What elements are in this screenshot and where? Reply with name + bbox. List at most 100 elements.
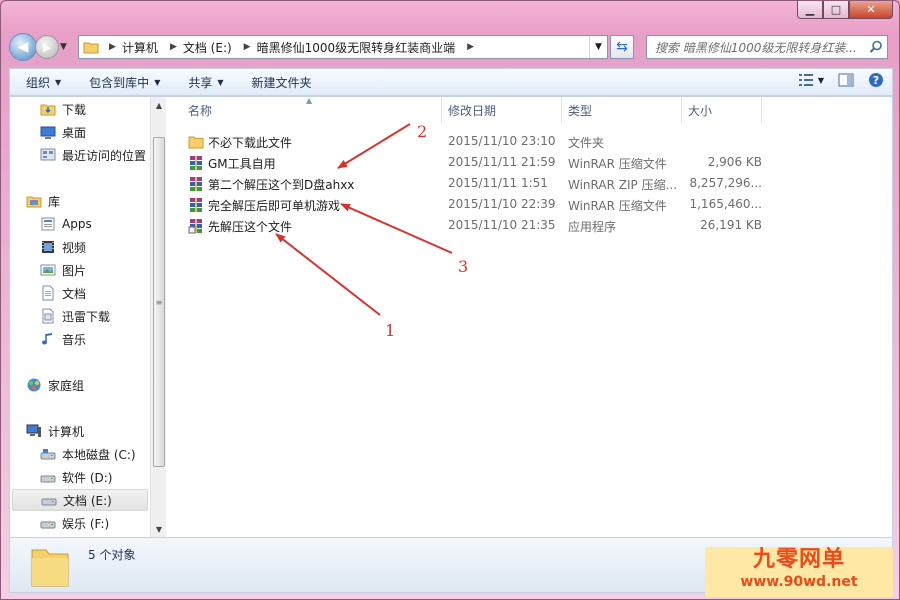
chevron-down-icon: ▼ [154,77,161,87]
sidebar-item-drive-d[interactable]: 软件 (D:) [40,467,112,487]
address-bar[interactable]: ▶ 计算机 ▶ 文档 (E:) ▶ 暗黑修仙1000级无限转身红装商业端 ▶ ▼ [78,35,608,59]
sidebar-item-videos[interactable]: 视频 [40,237,86,257]
navigation-bar: ◀ ▶ ▼ ▶ 计算机 ▶ 文档 (E:) ▶ 暗黑修仙1000级无限转身红装商… [9,31,893,63]
breadcrumb-separator[interactable]: ▶ [170,42,177,52]
file-row[interactable]: 完全解压后即可单机游戏 2015/11/10 22:39 WinRAR 压缩文件… [170,194,770,215]
breadcrumb-computer[interactable]: 计算机 [122,39,158,56]
breadcrumb-separator[interactable]: ▶ [467,42,474,52]
scroll-thumb[interactable]: ≡ [153,137,165,467]
navigation-scrollbar[interactable]: ▲ ≡ ▼ [150,97,166,537]
sidebar-item-drive-f[interactable]: 娱乐 (F:) [40,513,109,533]
forward-button[interactable]: ▶ [35,35,59,59]
column-header-label: 类型 [568,103,593,118]
file-row[interactable]: 不必下载此文件 2015/11/10 23:10 文件夹 [170,131,770,152]
file-type: 文件夹 [568,136,605,150]
winrar-sfx-icon [188,219,202,234]
caption-buttons: ▁ □ ✕ [797,1,893,19]
annotation-label-1: 1 [385,321,396,340]
sidebar-item-label: 最近访问的位置 [62,148,147,163]
column-header-name[interactable]: 名称 [170,97,442,123]
sidebar-item-music[interactable]: 音乐 [40,329,86,349]
sidebar-group-libraries[interactable]: 库 [26,191,60,211]
scroll-down-icon[interactable]: ▼ [151,521,167,537]
share-menu[interactable]: 共享 ▼ [188,74,223,91]
sidebar-item-recent-places[interactable]: 最近访问的位置 [40,145,146,165]
file-name: 不必下载此文件 [208,136,293,150]
file-row[interactable]: 第二个解压这个到D盘ahxx 2015/11/11 1:51 WinRAR ZI… [170,173,770,194]
close-button[interactable]: ✕ [849,1,893,19]
file-row[interactable]: 先解压这个文件 2015/11/10 21:35 应用程序 26,191 KB [170,215,770,236]
breadcrumb-current-folder[interactable]: 暗黑修仙1000级无限转身红装商业端 [257,39,456,56]
sidebar-item-label: 娱乐 (F:) [62,516,110,531]
breadcrumb-separator[interactable]: ▶ [244,42,251,52]
content-panel: 下载 桌面 最近访问的位置 库 Apps 视频 图片 文档 迅雷下载 音乐 家庭… [9,96,893,538]
search-input[interactable]: 搜索 暗黑修仙1000级无限转身红装... [646,35,888,59]
refresh-button[interactable]: ⇆ [610,35,634,59]
sidebar-item-drive-c[interactable]: 本地磁盘 (C:) [40,444,136,464]
folder-icon [83,42,99,54]
back-arrow-icon: ◀ [17,39,29,55]
documents-icon [42,285,54,301]
sidebar-item-label: 文档 (E:) [63,493,112,508]
file-row[interactable]: GM工具自用 2015/11/11 21:59 WinRAR 压缩文件 2,90… [170,152,770,173]
column-header-label: 修改日期 [448,103,497,118]
column-header-date[interactable]: 修改日期 [442,97,562,123]
include-in-library-menu[interactable]: 包含到库中 ▼ [89,74,160,91]
share-label: 共享 [188,75,213,90]
file-name: 第二个解压这个到D盘ahxx [208,178,355,192]
annotation-label-3: 3 [458,257,469,276]
organize-label: 组织 [26,75,51,90]
file-date: 2015/11/10 22:39 [448,197,556,211]
sidebar-group-homegroup[interactable]: 家庭组 [26,375,84,395]
scroll-up-icon[interactable]: ▲ [151,97,167,113]
sidebar-item-label: 下载 [62,102,87,117]
folder-icon [31,549,69,587]
column-header-size[interactable]: 大小 [682,97,762,123]
sidebar-item-documents[interactable]: 文档 [40,283,86,303]
recent-pages-dropdown[interactable]: ▼ [60,42,72,52]
sidebar-item-label: 软件 (D:) [62,470,113,485]
chevron-down-icon: ▼ [595,42,602,52]
minimize-button[interactable]: ▁ [797,1,823,19]
address-dropdown[interactable]: ▼ [589,36,607,58]
thunder-download-icon [42,308,54,324]
breadcrumb-drive-e[interactable]: 文档 (E:) [183,39,232,56]
maximize-button[interactable]: □ [823,1,849,19]
sidebar-item-drive-e[interactable]: 文档 (E:) [12,489,148,511]
chevron-down-icon: ▼ [60,42,67,52]
grip-icon: ≡ [155,297,163,307]
winrar-archive-icon [190,177,202,191]
sidebar-item-downloads[interactable]: 下载 [40,99,86,119]
preview-pane-icon [838,73,854,87]
computer-icon [26,424,41,437]
column-header-label: 名称 [188,103,213,118]
file-name: 先解压这个文件 [208,220,293,234]
sidebar-item-label: Apps [62,217,92,231]
sidebar-item-label: 本地磁盘 (C:) [62,447,136,462]
breadcrumb-separator[interactable]: ▶ [109,42,116,52]
drive-icon [40,475,56,483]
file-list: ▲ 名称 修改日期 类型 大小 不必下载此文件 2015/11/10 23:10… [170,96,892,537]
explorer-window: ▁ □ ✕ ◀ ▶ ▼ ▶ 计算机 ▶ 文档 (E:) ▶ 暗黑修仙1000级无… [0,0,900,600]
column-header-type[interactable]: 类型 [562,97,682,123]
organize-menu[interactable]: 组织 ▼ [26,74,61,91]
sidebar-item-thunder-downloads[interactable]: 迅雷下载 [40,306,110,326]
sidebar-item-desktop[interactable]: 桌面 [40,122,86,142]
sidebar-item-apps[interactable]: Apps [40,214,92,234]
sidebar-group-label: 计算机 [48,424,85,439]
sidebar-group-computer[interactable]: 计算机 [26,421,84,441]
drive-icon [40,521,56,529]
change-view-button[interactable]: ▼ [798,73,824,87]
view-controls: ▼ ? [784,72,884,88]
help-button[interactable]: ? [868,72,884,88]
new-folder-label: 新建文件夹 [251,75,312,90]
file-size: 1,165,460... [689,197,762,211]
preview-pane-button[interactable] [838,73,854,87]
music-icon [42,333,52,345]
winrar-archive-icon [190,198,202,212]
search-icon[interactable] [869,40,883,54]
new-folder-button[interactable]: 新建文件夹 [252,74,312,91]
sidebar-item-pictures[interactable]: 图片 [40,260,86,280]
file-type: WinRAR ZIP 压缩... [568,178,678,192]
back-button[interactable]: ◀ [9,33,37,61]
